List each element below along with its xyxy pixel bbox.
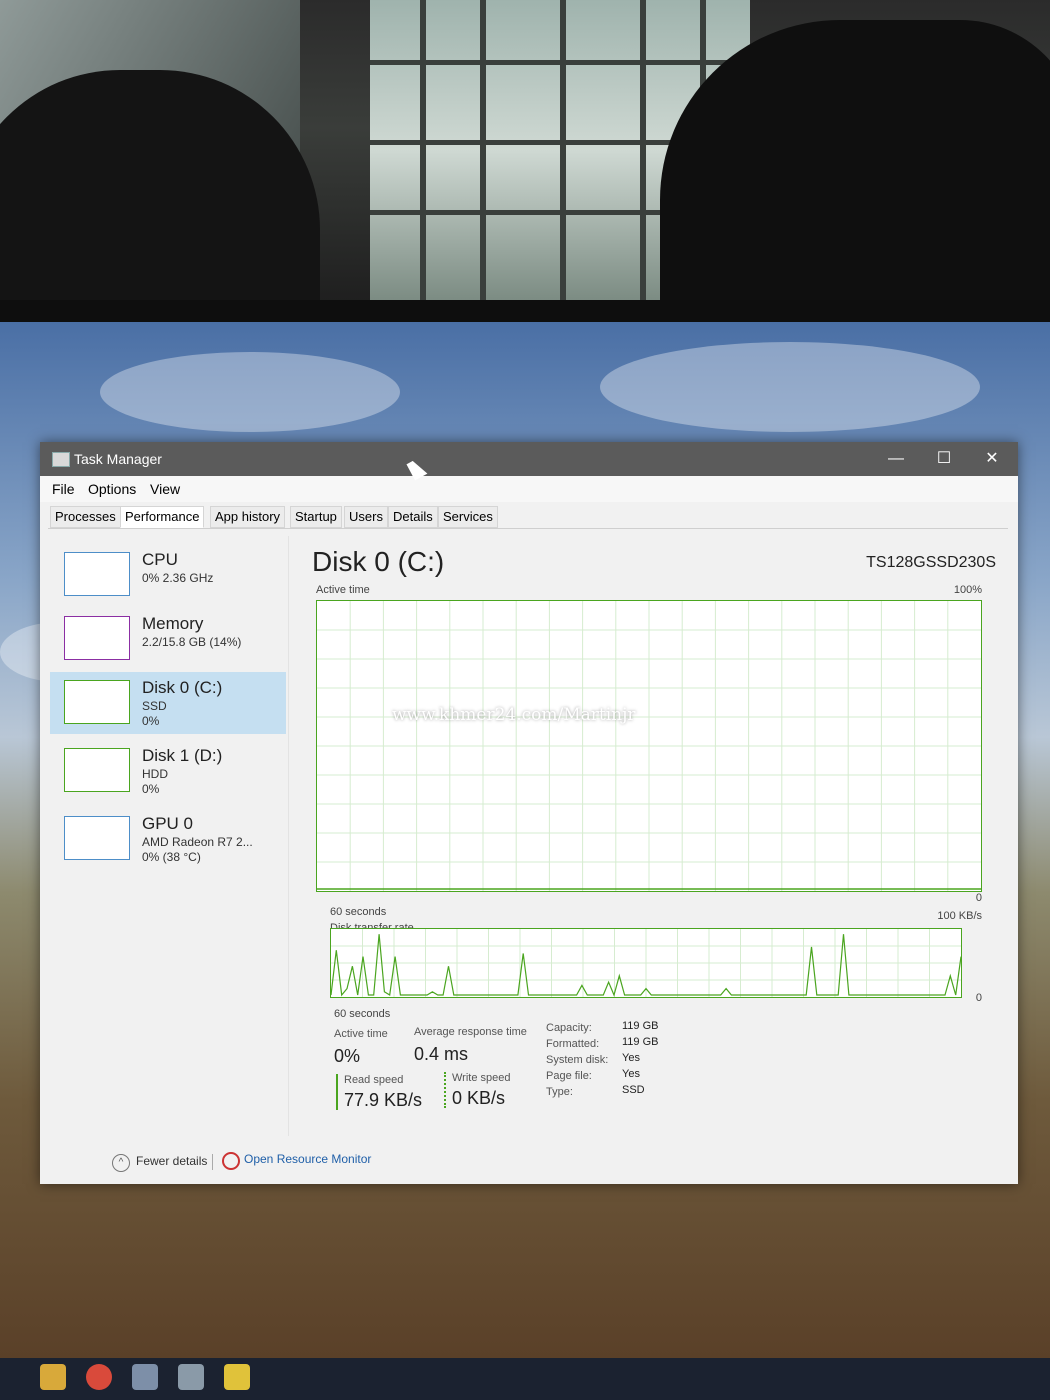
page-file-value: Yes bbox=[622, 1068, 640, 1080]
write-marker bbox=[444, 1072, 446, 1108]
sidebar-item-detail: SSD bbox=[142, 699, 167, 713]
active-time-label: Active time bbox=[334, 1028, 388, 1040]
menu-options[interactable]: Options bbox=[88, 481, 136, 497]
graph2-min: 0 bbox=[975, 992, 982, 1004]
task-manager-taskbar-icon[interactable] bbox=[178, 1364, 204, 1390]
sidebar-item-label: Disk 0 (C:) bbox=[142, 678, 223, 697]
disk-detail-panel: Disk 0 (C:) TS128GSSD230S Active time 10… bbox=[300, 536, 1010, 1136]
capacity-label: Capacity: bbox=[546, 1022, 592, 1034]
window-frame bbox=[420, 0, 426, 300]
cpu-mini-graph bbox=[64, 552, 130, 596]
menu-file[interactable]: File bbox=[52, 481, 75, 497]
disk1-mini-graph bbox=[64, 748, 130, 792]
tab-startup[interactable]: Startup bbox=[290, 506, 342, 528]
graph2-max: 100 KB/s bbox=[937, 910, 982, 922]
open-resource-monitor-link[interactable]: Open Resource Monitor bbox=[244, 1152, 371, 1166]
avg-response-label: Average response time bbox=[414, 1026, 527, 1038]
menu-view[interactable]: View bbox=[150, 481, 180, 497]
room-background bbox=[0, 0, 1050, 320]
system-disk-value: Yes bbox=[622, 1052, 640, 1064]
transfer-rate-graph bbox=[330, 928, 962, 998]
fewer-details-link[interactable]: Fewer details bbox=[136, 1154, 207, 1168]
type-label: Type: bbox=[546, 1086, 573, 1098]
sidebar-item-label: Memory bbox=[142, 614, 204, 633]
formatted-value: 119 GB bbox=[622, 1036, 659, 1048]
write-speed-label: Write speed bbox=[452, 1072, 511, 1084]
transfer-rate-chart bbox=[330, 929, 962, 997]
chrome-icon[interactable] bbox=[86, 1364, 112, 1390]
footer: ^ Fewer details Open Resource Monitor bbox=[40, 1142, 1018, 1182]
task-manager-window: Task Manager — ☐ ✕ File Options View Pro… bbox=[40, 442, 1018, 1184]
tab-bar: Processes Performance App history Startu… bbox=[48, 504, 1008, 529]
sidebar-item-detail: 0% 2.36 GHz bbox=[142, 571, 214, 585]
system-disk-label: System disk: bbox=[546, 1054, 609, 1066]
sidebar-item-gpu0[interactable]: GPU 0 AMD Radeon R7 2... 0% (38 °C) bbox=[50, 808, 286, 870]
capacity-value: 119 GB bbox=[622, 1020, 659, 1032]
active-time-value: 0% bbox=[334, 1046, 361, 1066]
window-frame bbox=[560, 0, 566, 300]
read-speed-label: Read speed bbox=[344, 1074, 404, 1086]
graph1-max: 100% bbox=[953, 584, 982, 596]
sidebar-item-detail: HDD bbox=[142, 767, 168, 781]
disk-model: TS128GSSD230S bbox=[866, 554, 996, 571]
graph1-label: Active time bbox=[316, 584, 370, 596]
separator bbox=[212, 1154, 213, 1170]
tab-services[interactable]: Services bbox=[438, 506, 498, 528]
sidebar-item-label: CPU bbox=[142, 550, 178, 569]
sidebar-item-detail: 0% (38 °C) bbox=[142, 850, 201, 864]
tab-users[interactable]: Users bbox=[344, 506, 388, 528]
file-explorer-icon[interactable] bbox=[40, 1364, 66, 1390]
window-frame bbox=[640, 0, 646, 300]
formatted-label: Formatted: bbox=[546, 1038, 600, 1050]
title-bar[interactable]: Task Manager — ☐ ✕ bbox=[40, 442, 1018, 476]
divider bbox=[288, 536, 289, 1136]
graph1-min: 0 bbox=[975, 892, 982, 904]
graph2-time: 60 seconds bbox=[334, 1008, 391, 1020]
task-manager-icon bbox=[52, 452, 70, 467]
window-title: Task Manager bbox=[74, 451, 162, 467]
close-button[interactable]: ✕ bbox=[970, 446, 1014, 472]
tab-performance[interactable]: Performance bbox=[120, 506, 205, 528]
graph1-time: 60 seconds bbox=[330, 906, 387, 918]
active-time-grid bbox=[317, 601, 981, 891]
sidebar-item-cpu[interactable]: CPU 0% 2.36 GHz bbox=[50, 544, 286, 606]
window-frame bbox=[370, 60, 750, 65]
maximize-button[interactable]: ☐ bbox=[922, 446, 966, 472]
sidebar-item-disk0[interactable]: Disk 0 (C:) SSD 0% bbox=[50, 672, 286, 734]
read-speed-value: 77.9 KB/s bbox=[344, 1090, 423, 1110]
resource-monitor-icon bbox=[222, 1152, 240, 1170]
sidebar-item-memory[interactable]: Memory 2.2/15.8 GB (14%) bbox=[50, 608, 286, 670]
sidebar-item-detail: AMD Radeon R7 2... bbox=[142, 835, 253, 849]
window-frame bbox=[480, 0, 486, 300]
tab-app-history[interactable]: App history bbox=[210, 506, 286, 528]
avg-response-value: 0.4 ms bbox=[414, 1044, 469, 1064]
read-marker bbox=[336, 1074, 338, 1110]
sidebar-item-label: Disk 1 (D:) bbox=[142, 746, 223, 765]
cloud bbox=[600, 342, 980, 432]
sidebar-item-detail: 0% bbox=[142, 782, 160, 796]
sidebar-item-detail: 2.2/15.8 GB (14%) bbox=[142, 635, 242, 649]
cloud bbox=[100, 352, 400, 432]
minimize-button[interactable]: — bbox=[874, 446, 918, 472]
performance-sidebar: CPU 0% 2.36 GHz Memory 2.2/15.8 GB (14%)… bbox=[50, 536, 288, 1136]
active-time-graph bbox=[316, 600, 982, 892]
page-file-label: Page file: bbox=[546, 1070, 592, 1082]
sidebar-item-disk1[interactable]: Disk 1 (D:) HDD 0% bbox=[50, 740, 286, 802]
app-icon[interactable] bbox=[132, 1364, 158, 1390]
page-title: Disk 0 (C:) bbox=[312, 546, 445, 577]
watermark: www.khmer24.com/Martinjr bbox=[392, 705, 636, 725]
app-icon[interactable] bbox=[224, 1364, 250, 1390]
chevron-up-icon[interactable]: ^ bbox=[112, 1154, 130, 1172]
gpu-mini-graph bbox=[64, 816, 130, 860]
tab-processes[interactable]: Processes bbox=[50, 506, 121, 528]
menu-bar: File Options View bbox=[40, 476, 1018, 502]
memory-mini-graph bbox=[64, 616, 130, 660]
disk0-mini-graph bbox=[64, 680, 130, 724]
write-speed-value: 0 KB/s bbox=[452, 1088, 506, 1108]
tab-details[interactable]: Details bbox=[388, 506, 438, 528]
type-value: SSD bbox=[622, 1084, 645, 1096]
sidebar-item-detail: 0% bbox=[142, 714, 160, 728]
sidebar-item-label: GPU 0 bbox=[142, 814, 194, 833]
